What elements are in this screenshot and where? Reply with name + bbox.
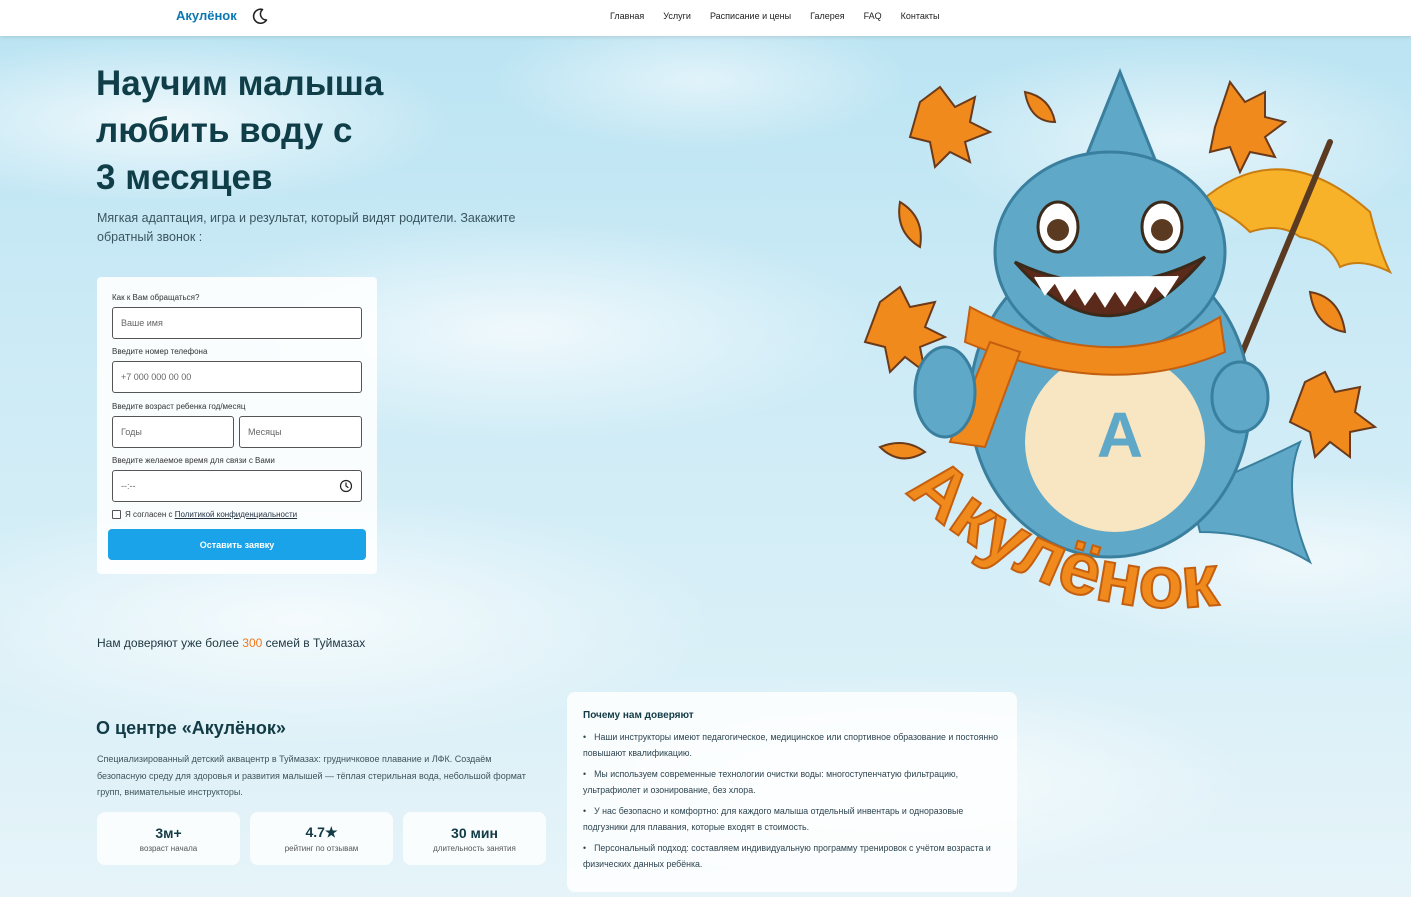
years-input[interactable]: Годы: [112, 416, 234, 448]
shark-badge-letter: А: [1097, 399, 1143, 471]
nav-link-schedule[interactable]: Расписание и цены: [710, 11, 791, 21]
stat-value: 4.7★: [305, 824, 338, 840]
phone-label: Введите номер телефона: [112, 347, 208, 356]
consent-text: Я согласен с Политикой конфиденциальност…: [125, 510, 297, 519]
consent-prefix: Я согласен с: [125, 510, 175, 519]
site-logo[interactable]: Акулёнок: [176, 8, 237, 23]
callback-form: Как к Вам обращаться? Ваше имя Введите н…: [97, 277, 377, 574]
clock-icon[interactable]: [339, 479, 353, 493]
name-label: Как к Вам обращаться?: [112, 293, 200, 302]
stat-card: 3м+ возраст начала: [97, 812, 240, 865]
list-item: У нас безопасно и комфортно: для каждого…: [583, 803, 1001, 835]
submit-button[interactable]: Оставить заявку: [108, 529, 366, 560]
name-input[interactable]: Ваше имя: [112, 307, 362, 339]
nav-link-faq[interactable]: FAQ: [864, 11, 882, 21]
trust-count: 300: [242, 636, 263, 650]
stat-card: 4.7★ рейтинг по отзывам: [250, 812, 393, 865]
hero-title-line: Научим малыша: [96, 64, 384, 103]
top-navbar: Акулёнок Главная Услуги Расписание и цен…: [0, 0, 1411, 36]
stat-label: возраст начала: [139, 843, 198, 853]
months-input[interactable]: Месяцы: [239, 416, 362, 448]
main-nav: Главная Услуги Расписание и цены Галерея…: [610, 11, 940, 21]
nav-link-contacts[interactable]: Контакты: [901, 11, 940, 21]
stat-card: 30 мин длительность занятия: [403, 812, 546, 865]
about-text: Специализированный детский аквацентр в Т…: [97, 754, 526, 797]
list-item: Персональный подход: составляем индивиду…: [583, 840, 1001, 872]
nav-link-services[interactable]: Услуги: [663, 11, 691, 21]
moon-icon[interactable]: [250, 6, 270, 26]
list-item: Наши инструкторы имеют педагогическое, м…: [583, 729, 1001, 761]
stat-value: 3м+: [155, 824, 182, 841]
nav-link-home[interactable]: Главная: [610, 11, 644, 21]
list-item: Мы используем современные технологии очи…: [583, 766, 1001, 798]
time-input[interactable]: --:--: [112, 470, 362, 502]
stat-label: рейтинг по отзывам: [284, 844, 359, 853]
hero-title-line: любить воду с: [96, 111, 353, 150]
age-label: Введите возраст ребенка год/месяц: [112, 402, 246, 411]
phone-input[interactable]: +7 000 000 00 00: [112, 361, 362, 393]
trust-suffix: семей в Туймазах: [262, 636, 366, 650]
privacy-policy-link[interactable]: Политикой конфиденциальности: [175, 510, 297, 519]
why-list: Наши инструкторы имеют педагогическое, м…: [583, 729, 1001, 872]
hero-title-line: 3 месяцев: [96, 158, 273, 197]
nav-link-gallery[interactable]: Галерея: [810, 11, 845, 21]
stat-value: 30 мин: [451, 824, 498, 841]
consent-row: Я согласен с Политикой конфиденциальност…: [112, 510, 297, 519]
consent-checkbox[interactable]: [112, 510, 121, 519]
hero-subtitle: Мягкая адаптация, игра и результат, кото…: [97, 211, 516, 244]
time-value: --:--: [121, 481, 136, 491]
shark-mascot-illustration: А Акулёнок: [863, 67, 1393, 625]
hero-title: Научим малыша любить воду с 3 месяцев: [96, 60, 456, 201]
about-title: О центре «Акулёнок»: [96, 718, 286, 738]
stat-label: длительность занятия: [433, 843, 516, 853]
shark-head: [993, 150, 1227, 354]
why-title: Почему нам доверяют: [583, 710, 694, 721]
why-trust-card: Почему нам доверяют Наши инструкторы име…: [567, 692, 1017, 892]
time-label: Введите желаемое время для связи с Вами: [112, 456, 275, 465]
trust-line: Нам доверяют уже более 300 семей в Туйма…: [97, 636, 365, 650]
trust-prefix: Нам доверяют уже более: [97, 636, 243, 650]
